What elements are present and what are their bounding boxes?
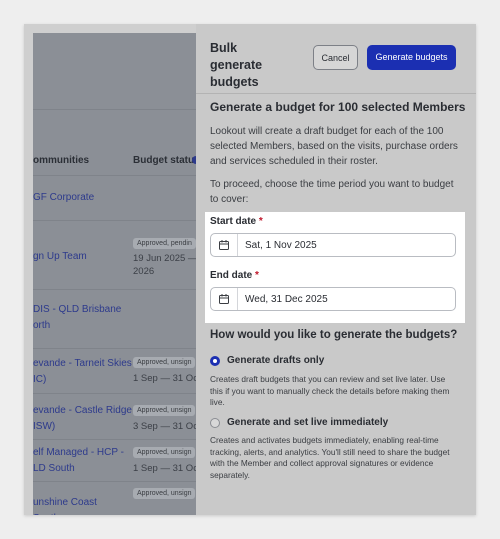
drawer-title: Bulk generate budgets — [210, 41, 263, 89]
status-badge: Approved, unsign — [133, 488, 196, 499]
bulk-generate-drawer: Bulk generate budgets Cancel Generate bu… — [196, 24, 476, 515]
column-header-communities: ommunities — [33, 155, 90, 166]
divider — [33, 289, 213, 290]
table-row-name[interactable]: evande - Castle Ridge ISW) — [33, 403, 132, 435]
end-date-input[interactable]: Wed, 31 Dec 2025 — [210, 287, 456, 311]
divider — [33, 481, 213, 482]
end-date-value: Wed, 31 Dec 2025 — [245, 294, 328, 305]
section-title: Generate a budget for 100 selected Membe… — [210, 100, 466, 114]
column-header-budget-status: Budget status — [133, 155, 200, 166]
option-label-drafts-only[interactable]: Generate drafts only — [227, 355, 324, 366]
divider — [33, 348, 213, 349]
required-marker: * — [258, 216, 263, 227]
option-description: Creates draft budgets that you can revie… — [210, 374, 450, 407]
date-range: 19 Jun 2025 — 1 2026 — [133, 253, 205, 277]
option-description: Creates and activates budgets immediatel… — [210, 435, 450, 480]
table-row-name[interactable]: DIS - QLD Brisbane orth — [33, 302, 123, 334]
app-frame: ommunities Budget status GF Corporate Ap… — [24, 24, 476, 515]
status-badge: Approved, unsign — [133, 357, 196, 368]
divider — [33, 109, 213, 110]
table-row-name[interactable]: elf Managed - HCP - LD South — [33, 445, 124, 477]
radio-set-live[interactable] — [210, 418, 220, 428]
divider — [33, 439, 213, 440]
start-date-input[interactable]: Sat, 1 Nov 2025 — [210, 233, 456, 257]
divider — [33, 220, 213, 221]
required-marker: * — [255, 270, 259, 281]
drawer-header: Bulk generate budgets Cancel Generate bu… — [196, 24, 476, 94]
start-date-label: Start date * — [210, 216, 263, 227]
divider — [33, 393, 213, 394]
divider — [33, 175, 213, 176]
end-date-label: End date * — [210, 270, 259, 281]
generation-mode-question: How would you like to generate the budge… — [210, 329, 458, 341]
table-row-name[interactable]: unshine Coast South — [33, 495, 123, 515]
table-row-name[interactable]: gn Up Team — [33, 249, 123, 265]
instruction-text: To proceed, choose the time period you w… — [210, 179, 454, 205]
generate-budgets-button[interactable]: Generate budgets — [367, 45, 456, 70]
status-badge: Approved, unsign — [133, 447, 196, 458]
status-badge: Approved, unsign — [133, 405, 196, 416]
radio-drafts-only[interactable] — [210, 356, 220, 366]
table-row-name[interactable]: evande - Tarneit Skies IC) — [33, 356, 132, 388]
cancel-button[interactable]: Cancel — [313, 45, 358, 70]
background-page: ommunities Budget status GF Corporate Ap… — [33, 33, 213, 515]
intro-text: Lookout will create a draft budget for e… — [210, 126, 458, 167]
calendar-icon[interactable] — [211, 288, 238, 310]
status-badge: Approved, pendin — [133, 238, 196, 249]
start-date-value: Sat, 1 Nov 2025 — [245, 240, 317, 251]
table-row-name[interactable]: GF Corporate — [33, 190, 123, 206]
option-label-set-live[interactable]: Generate and set live immediately — [227, 417, 388, 428]
calendar-icon[interactable] — [211, 234, 238, 256]
